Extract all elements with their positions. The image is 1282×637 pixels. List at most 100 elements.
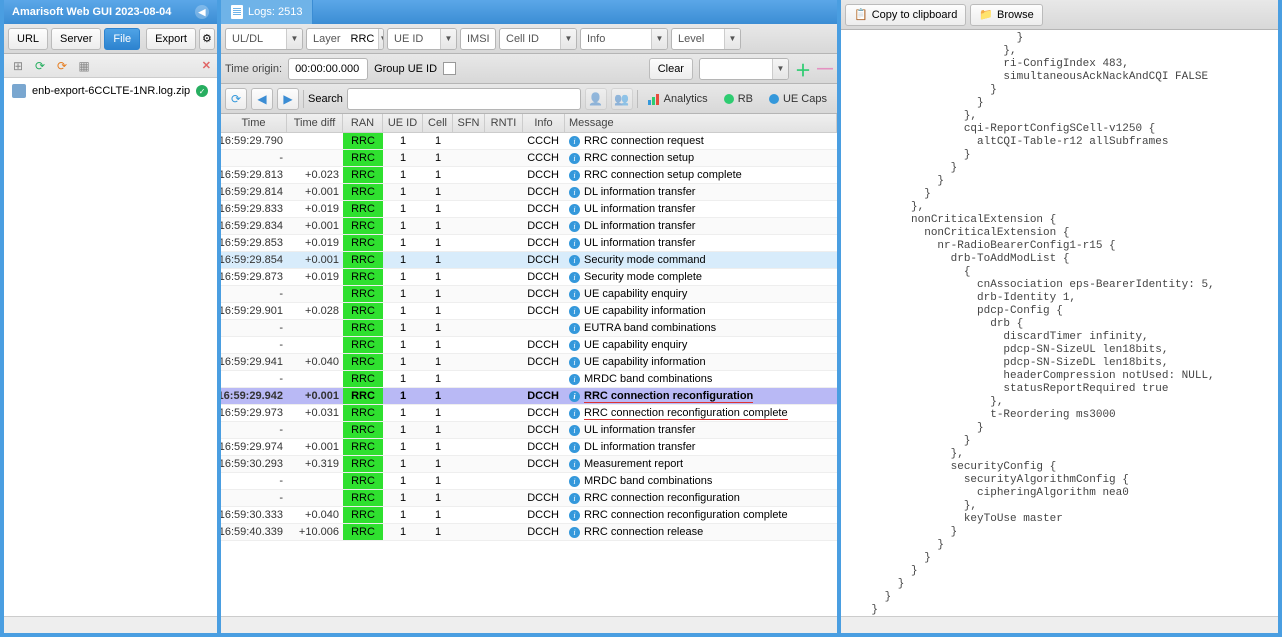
refresh-button[interactable]: ⟳ [225, 88, 247, 110]
col-ueid[interactable]: UE ID [383, 114, 423, 132]
log-row[interactable]: -RRC11iEUTRA band combinations [221, 320, 837, 337]
uecaps-icon [769, 94, 779, 104]
info-icon: i [569, 527, 580, 538]
time-origin-label: Time origin: [225, 63, 282, 75]
rb-link[interactable]: RB [718, 93, 759, 105]
log-row[interactable]: 16:59:29.834+0.001RRC11DCCHiDL informati… [221, 218, 837, 235]
time-bar: Time origin: Group UE ID Clear ▼ ＋ — [221, 54, 837, 84]
left-toolbar: URL Server File Export ⚙ [4, 24, 217, 54]
log-row[interactable]: 16:59:29.974+0.001RRC11DCCHiDL informati… [221, 439, 837, 456]
message-detail[interactable]: } }, ri-ConfigIndex 483, simultaneousAck… [841, 30, 1278, 616]
col-ran[interactable]: RAN [343, 114, 383, 132]
col-rnti[interactable]: RNTI [485, 114, 523, 132]
info-icon: i [569, 204, 580, 215]
log-row[interactable]: -RRC11CCCHiRRC connection setup [221, 150, 837, 167]
filter-imsi[interactable]: IMSI [460, 28, 496, 50]
tab-logs[interactable]: Logs: 2513 [221, 0, 313, 24]
col-time[interactable]: Time [221, 114, 287, 132]
file-button[interactable]: File [104, 28, 140, 50]
filter-ueid[interactable]: UE ID▼ [387, 28, 457, 50]
col-diff[interactable]: Time diff [287, 114, 343, 132]
filter-info[interactable]: Info▼ [580, 28, 668, 50]
chevron-down-icon[interactable]: ▼ [560, 29, 576, 49]
log-row[interactable]: -RRC11iMRDC band combinations [221, 473, 837, 490]
center-hscroll[interactable] [221, 616, 837, 633]
add-icon[interactable]: ＋ [795, 57, 811, 81]
col-info[interactable]: Info [523, 114, 565, 132]
group-ueid-checkbox[interactable] [443, 62, 456, 75]
uecaps-link[interactable]: UE Caps [763, 93, 833, 105]
search-prev-icon[interactable]: 👤 [585, 88, 607, 110]
log-row[interactable]: -RRC11DCCHiRRC connection reconfiguratio… [221, 490, 837, 507]
info-icon: i [569, 391, 580, 402]
file-item[interactable]: enb-export-6CCLTE-1NR.log.zip ✓ [8, 82, 213, 100]
log-row[interactable]: -RRC11DCCHiUL information transfer [221, 422, 837, 439]
log-row[interactable]: -RRC11DCCHiUE capability enquiry [221, 337, 837, 354]
log-row[interactable]: 16:59:29.901+0.028RRC11DCCHiUE capabilit… [221, 303, 837, 320]
prev-button[interactable]: ◀ [251, 88, 273, 110]
next-button[interactable]: ▶ [277, 88, 299, 110]
browse-button[interactable]: 📁Browse [970, 4, 1042, 26]
log-row[interactable]: 16:59:29.833+0.019RRC11DCCHiUL informati… [221, 201, 837, 218]
log-row[interactable]: 16:59:30.333+0.040RRC11DCCHiRRC connecti… [221, 507, 837, 524]
search-bar: ⟳ ◀ ▶ Search 👤 👥 Analytics RB UE Caps [221, 84, 837, 114]
info-icon: i [569, 340, 580, 351]
log-grid[interactable]: Time Time diff RAN UE ID Cell SFN RNTI I… [221, 114, 837, 616]
clipboard-icon: 📋 [854, 8, 868, 21]
chevron-down-icon[interactable]: ▼ [286, 29, 302, 49]
close-file-icon[interactable]: ✕ [202, 59, 211, 72]
copy-clipboard-button[interactable]: 📋Copy to clipboard [845, 4, 966, 26]
refresh-green-icon[interactable]: ⟳ [32, 58, 48, 74]
log-row[interactable]: -RRC11iMRDC band combinations [221, 371, 837, 388]
log-row[interactable]: 16:59:40.339+10.006RRC11DCCHiRRC connect… [221, 524, 837, 541]
col-msg[interactable]: Message [565, 114, 837, 132]
tree-expand-icon[interactable]: ⊞ [10, 58, 26, 74]
search-input[interactable] [347, 88, 581, 110]
info-icon: i [569, 323, 580, 334]
col-cell[interactable]: Cell [423, 114, 453, 132]
log-row[interactable]: 16:59:29.853+0.019RRC11DCCHiUL informati… [221, 235, 837, 252]
refresh-orange-icon[interactable]: ⟳ [54, 58, 70, 74]
chevron-down-icon[interactable]: ▼ [772, 59, 788, 79]
filter-level[interactable]: Level▼ [671, 28, 741, 50]
log-row[interactable]: 16:59:29.813+0.023RRC11DCCHiRRC connecti… [221, 167, 837, 184]
log-row[interactable]: 16:59:29.942+0.001RRC11DCCHiRRC connecti… [221, 388, 837, 405]
log-row[interactable]: 16:59:29.941+0.040RRC11DCCHiUE capabilit… [221, 354, 837, 371]
left-hscroll[interactable] [4, 616, 217, 633]
gear-button[interactable]: ⚙ [199, 28, 215, 50]
clear-combo[interactable]: ▼ [699, 58, 789, 80]
clear-button[interactable]: Clear [649, 58, 693, 80]
filter-cellid[interactable]: Cell ID▼ [499, 28, 577, 50]
log-row[interactable]: 16:59:29.814+0.001RRC11DCCHiDL informati… [221, 184, 837, 201]
filter-layer[interactable]: LayerRRC▼ [306, 28, 384, 50]
chevron-down-icon[interactable]: ▼ [724, 29, 740, 49]
log-row[interactable]: 16:59:29.854+0.001RRC11DCCHiSecurity mod… [221, 252, 837, 269]
log-row[interactable]: 16:59:29.973+0.031RRC11DCCHiRRC connecti… [221, 405, 837, 422]
grid-icon[interactable]: ▦ [76, 58, 92, 74]
log-row[interactable]: 16:59:30.293+0.319RRC11DCCHiMeasurement … [221, 456, 837, 473]
logs-tab-icon [231, 5, 243, 19]
log-row[interactable]: 16:59:29.873+0.019RRC11DCCHiSecurity mod… [221, 269, 837, 286]
collapse-left-icon[interactable]: ◀ [195, 5, 209, 19]
col-sfn[interactable]: SFN [453, 114, 485, 132]
log-row[interactable]: 16:59:29.790RRC11CCCHiRRC connection req… [221, 133, 837, 150]
analytics-link[interactable]: Analytics [642, 93, 714, 105]
server-button[interactable]: Server [51, 28, 101, 50]
info-icon: i [569, 425, 580, 436]
info-icon: i [569, 374, 580, 385]
group-ueid-label: Group UE ID [374, 63, 437, 75]
time-origin-input[interactable] [288, 58, 368, 80]
filter-uldl[interactable]: UL/DL▼ [225, 28, 303, 50]
info-icon: i [569, 442, 580, 453]
info-icon: i [569, 238, 580, 249]
gear-icon: ⚙ [202, 32, 212, 45]
chevron-down-icon[interactable]: ▼ [651, 29, 667, 49]
right-hscroll[interactable] [841, 616, 1278, 633]
export-button[interactable]: Export [146, 28, 196, 50]
log-row[interactable]: -RRC11DCCHiUE capability enquiry [221, 286, 837, 303]
search-next-icon[interactable]: 👥 [611, 88, 633, 110]
url-button[interactable]: URL [8, 28, 48, 50]
chevron-down-icon[interactable]: ▼ [378, 29, 384, 49]
chevron-down-icon[interactable]: ▼ [440, 29, 456, 49]
remove-icon[interactable]: — [817, 60, 833, 78]
